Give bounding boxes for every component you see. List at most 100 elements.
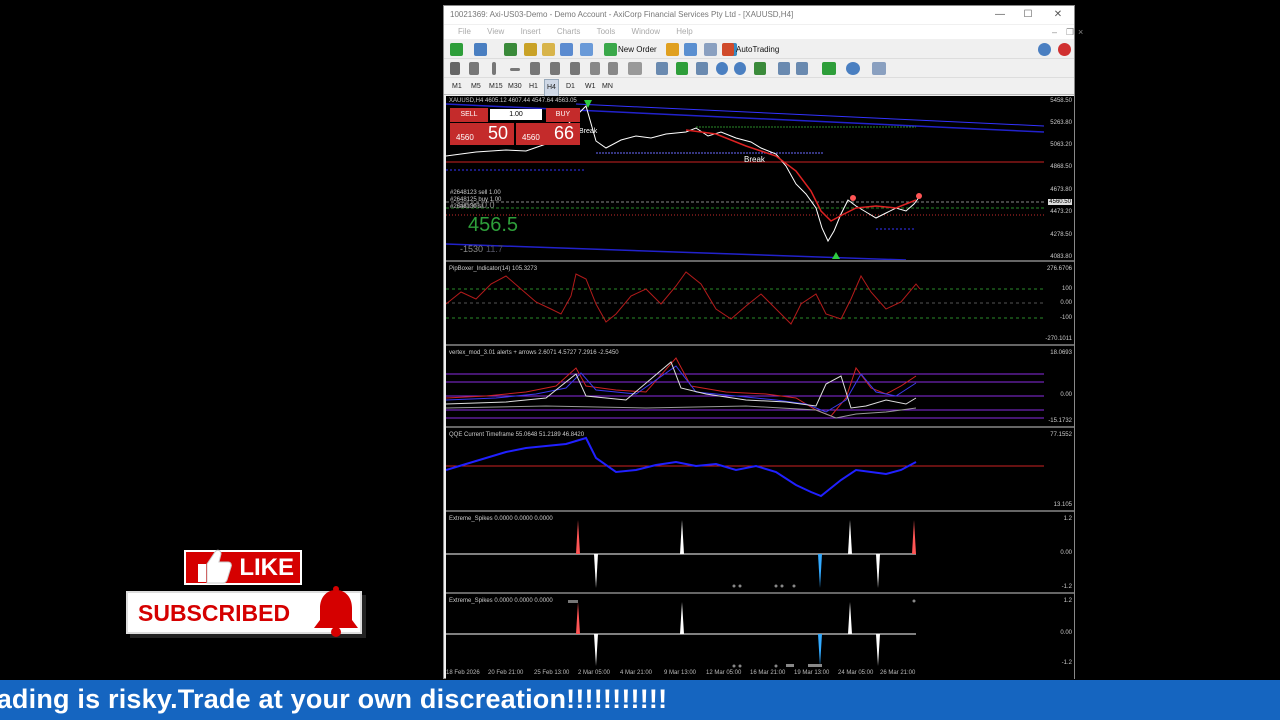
- signal-dot-icon: [916, 193, 922, 199]
- navigator-icon[interactable]: [542, 43, 555, 56]
- trendline-icon[interactable]: [530, 62, 540, 75]
- autoscroll-icon[interactable]: [796, 62, 808, 75]
- sell-price[interactable]: 4560 50: [450, 123, 514, 145]
- new-order-icon[interactable]: [604, 43, 617, 56]
- menu-help[interactable]: Help: [676, 25, 692, 39]
- one-click-trading-panel: SELL 1.00 BUY 4560 50 4560 66: [450, 108, 580, 148]
- sell-button[interactable]: SELL: [450, 108, 488, 122]
- child-restore-icon[interactable]: ❐: [1066, 25, 1074, 39]
- price-tick: 4673.80: [1050, 187, 1072, 193]
- signals-icon[interactable]: [704, 43, 717, 56]
- scale-tick: 13.105: [1053, 502, 1072, 508]
- fibonacci-icon[interactable]: [570, 62, 580, 75]
- timeframe-m1[interactable]: M1: [452, 79, 462, 95]
- pipboxer-pane[interactable]: PipBoxer_Indicator(14) 105.3273: [446, 264, 1044, 346]
- horizontal-line-icon[interactable]: [510, 68, 520, 71]
- pipboxer-scale: 276.6706 100 0.00 -100 -270.1011: [1044, 264, 1074, 346]
- menu-window[interactable]: Window: [632, 25, 660, 39]
- arrows-icon[interactable]: [628, 62, 642, 75]
- options-icon[interactable]: [684, 43, 697, 56]
- zoom-in-icon[interactable]: [716, 62, 728, 75]
- spikes-svg-1: [446, 520, 916, 588]
- timeframe-w1[interactable]: W1: [585, 79, 596, 95]
- buy-price-small: 4560: [522, 133, 540, 142]
- candlesticks-icon[interactable]: [676, 62, 688, 75]
- text-label-icon[interactable]: [608, 62, 618, 75]
- timeframe-mn[interactable]: MN: [602, 79, 613, 95]
- sell-price-big: 50: [487, 123, 508, 143]
- extreme-spikes-pane-2[interactable]: Extreme_Spikes 0.0000 0.0000 0.0000: [446, 596, 1044, 669]
- buy-button[interactable]: BUY: [546, 108, 580, 122]
- menu-charts[interactable]: Charts: [557, 25, 581, 39]
- menu-bar: File View Insert Charts Tools Window Hel…: [444, 25, 1083, 39]
- maximize-button[interactable]: ☐: [1014, 6, 1042, 24]
- strategy-tester-icon[interactable]: [580, 43, 593, 56]
- vertex-pane[interactable]: vertex_mod_3.01 alerts + arrows 2.6071 4…: [446, 348, 1044, 428]
- lot-size-input[interactable]: 1.00: [490, 109, 542, 120]
- menu-view[interactable]: View: [487, 25, 504, 39]
- scale-tick: 77.1552: [1050, 432, 1072, 438]
- tile-windows-icon[interactable]: [754, 62, 766, 75]
- autotrading-button[interactable]: AutoTrading: [736, 43, 779, 56]
- time-tick: 4 Mar 21:00: [620, 670, 653, 676]
- search-icon[interactable]: [1038, 43, 1051, 56]
- minimize-button[interactable]: —: [986, 6, 1014, 24]
- timeframe-m5[interactable]: M5: [471, 79, 481, 95]
- indicator-label: Extreme_Spikes 0.0000 0.0000 0.0000: [449, 598, 553, 604]
- indicators-icon[interactable]: [822, 62, 836, 75]
- timeframe-h4[interactable]: H4: [544, 79, 559, 97]
- qqe-pane[interactable]: QQE Current Timeframe 55.0648 51.2189 46…: [446, 430, 1044, 512]
- child-minimize-icon[interactable]: –: [1052, 25, 1057, 39]
- text-icon[interactable]: [590, 62, 600, 75]
- periods-icon[interactable]: [846, 62, 860, 75]
- signal-dot-icon: [850, 195, 856, 201]
- short-text: Short 0.0: [458, 200, 495, 210]
- spikes-scale-1: 1.2 0.00 -1.2: [1044, 514, 1074, 594]
- templates-icon[interactable]: [872, 62, 886, 75]
- buy-arrow-icon: [832, 252, 840, 259]
- scale-tick: 0.00: [1060, 550, 1072, 556]
- autotrading-icon[interactable]: [722, 43, 734, 56]
- crosshair-icon[interactable]: [469, 62, 479, 75]
- timeframe-d1[interactable]: D1: [566, 79, 575, 95]
- terminal-icon[interactable]: [560, 43, 573, 56]
- close-button[interactable]: ✕: [1044, 6, 1072, 24]
- zoom-out-icon[interactable]: [734, 62, 746, 75]
- menu-file[interactable]: File: [458, 25, 471, 39]
- small-value-2: 11.7: [486, 244, 503, 254]
- line-chart-icon[interactable]: [696, 62, 708, 75]
- indicator-label: Extreme_Spikes 0.0000 0.0000 0.0000: [449, 516, 553, 522]
- scale-tick: -15.1732: [1048, 418, 1072, 424]
- menu-insert[interactable]: Insert: [521, 25, 541, 39]
- scale-tick: -100: [1059, 315, 1072, 321]
- chart-shift-icon[interactable]: [778, 62, 790, 75]
- time-axis: 18 Feb 2026 20 Feb 21:00 25 Feb 13:00 2 …: [446, 669, 1044, 680]
- chart-area[interactable]: Break Break XAUUSD,H4 4605.12 4607.44 45…: [446, 96, 1074, 680]
- spikes-svg-2: [446, 599, 916, 668]
- new-order-button[interactable]: New Order: [618, 43, 657, 56]
- bar-chart-icon[interactable]: [656, 62, 668, 75]
- buy-price[interactable]: 4560 66: [516, 123, 580, 145]
- time-tick: 24 Mar 05:00: [838, 670, 874, 676]
- timeframe-m15[interactable]: M15: [489, 79, 503, 95]
- extreme-spikes-pane-1[interactable]: Extreme_Spikes 0.0000 0.0000 0.0000: [446, 514, 1044, 594]
- child-close-icon[interactable]: ×: [1078, 25, 1083, 39]
- timeframe-h1[interactable]: H1: [529, 79, 538, 95]
- market-watch-icon[interactable]: [504, 43, 517, 56]
- notifications-icon[interactable]: [1058, 43, 1071, 56]
- timeframe-m30[interactable]: M30: [508, 79, 522, 95]
- break-label-1: Break: [744, 155, 766, 164]
- bell-icon: [314, 586, 358, 637]
- price-pane[interactable]: Break Break XAUUSD,H4 4605.12 4607.44 45…: [446, 96, 1044, 262]
- vertex-svg: [446, 357, 1044, 419]
- data-window-icon[interactable]: [524, 43, 537, 56]
- menu-tools[interactable]: Tools: [597, 25, 616, 39]
- cursor-icon[interactable]: [450, 62, 460, 75]
- time-tick: 26 Mar 21:00: [880, 670, 916, 676]
- profiles-icon[interactable]: [474, 43, 487, 56]
- channel-icon[interactable]: [550, 62, 560, 75]
- pipboxer-svg: [446, 271, 1044, 325]
- new-chart-icon[interactable]: [450, 43, 463, 56]
- metaeditor-icon[interactable]: [666, 43, 679, 56]
- vertical-line-icon[interactable]: [492, 62, 496, 75]
